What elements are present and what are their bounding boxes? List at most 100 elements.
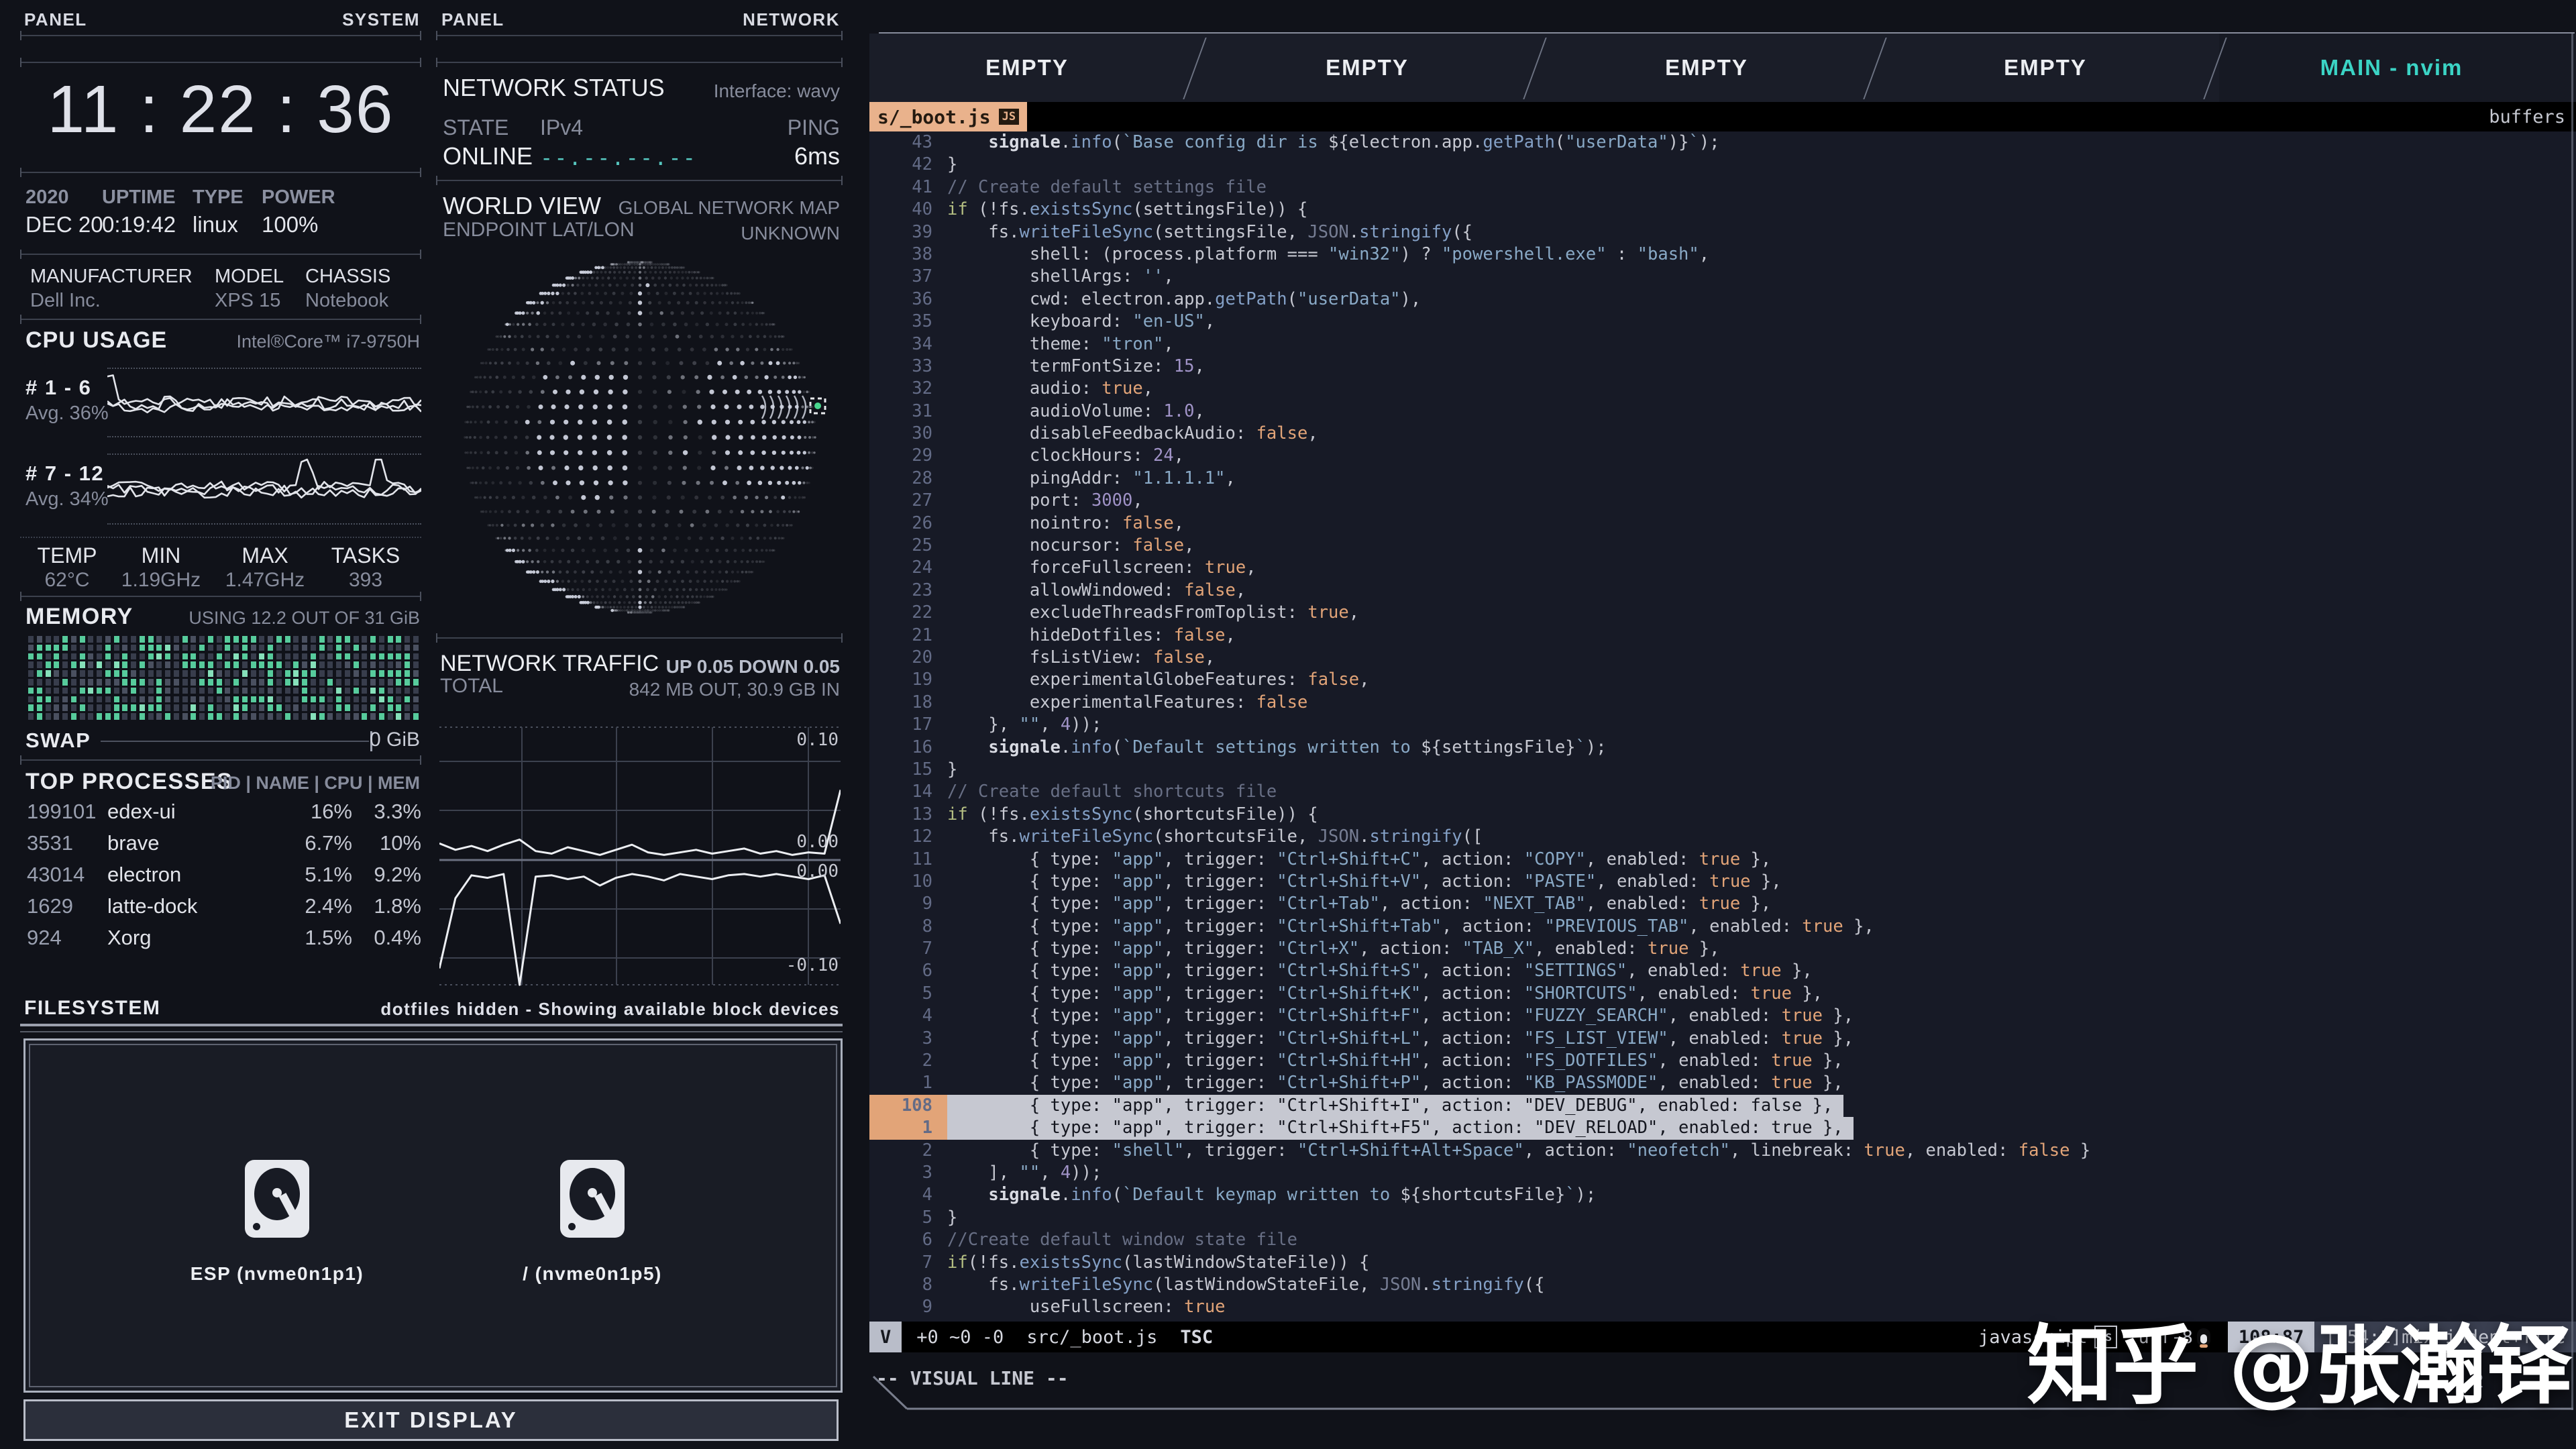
line-number: 13 (869, 804, 947, 826)
code-line-3: 3 { type: "app", trigger: "Ctrl+Shift+L"… (869, 1028, 2576, 1050)
memory-dot-matrix (28, 636, 421, 722)
code-line-21: 21 hideDotfiles: false, (869, 625, 2576, 647)
line-number: 25 (869, 535, 947, 557)
code-editor[interactable]: 43 signale.info(`Base config dir is ${el… (869, 131, 2576, 1322)
processes-title: TOP PROCESSES (25, 769, 233, 795)
endpoint-value: UNKNOWN (741, 223, 840, 244)
proc-cpu-1: 6.7% (268, 831, 352, 855)
code-line-41: 41// Create default settings file (869, 176, 2576, 199)
proc-name-2[interactable]: electron (107, 863, 181, 887)
code-line-6: 6//Create default window state file (869, 1229, 2576, 1251)
proc-name-1[interactable]: brave (107, 831, 160, 855)
code-line-4: 4 { type: "app", trigger: "Ctrl+Shift+F"… (869, 1005, 2576, 1027)
proc-pid-4: 924 (27, 926, 62, 950)
line-number: 9 (869, 1296, 947, 1318)
proc-mem-4: 0.4% (342, 926, 421, 950)
disk-item-1[interactable]: / (nvme0n1p5) (492, 1160, 693, 1285)
info-value-1: 0:19:42 (102, 212, 176, 237)
info-label-2: TYPE (193, 186, 244, 209)
proc-name-4[interactable]: Xorg (107, 926, 151, 950)
code-line-4: 4 signale.info(`Default keymap written t… (869, 1184, 2576, 1206)
network-panel: PANEL NETWORK NETWORK STATUS Interface: … (435, 0, 845, 993)
line-number: 7 (869, 938, 947, 960)
traffic-ytick-010: 0.10 (796, 730, 839, 750)
ping-label: PING (788, 115, 840, 140)
code-line-35: 35 keyboard: "en-US", (869, 311, 2576, 333)
exit-display-button[interactable]: EXIT DISPLAY (23, 1399, 839, 1441)
proc-cpu-3: 2.4% (268, 894, 352, 918)
code-line-19: 19 experimentalGlobeFeatures: false, (869, 669, 2576, 691)
proc-pid-3: 1629 (27, 894, 73, 918)
line-number: 42 (869, 154, 947, 176)
state-label: STATE (443, 115, 508, 140)
line-number: 33 (869, 356, 947, 378)
memory-title: MEMORY (25, 604, 133, 630)
line-number: 36 (869, 288, 947, 311)
code-line-39: 39 fs.writeFileSync(settingsFile, JSON.s… (869, 221, 2576, 244)
traffic-chart (439, 724, 841, 987)
proc-pid-0: 199101 (27, 800, 96, 824)
line-number: 8 (869, 916, 947, 938)
global-map-label: GLOBAL NETWORK MAP (619, 197, 840, 219)
code-line-6: 6 { type: "app", trigger: "Ctrl+Shift+S"… (869, 960, 2576, 982)
cpu-stat-label-2: MAX (221, 543, 309, 568)
js-file-icon: JS (999, 109, 1019, 125)
network-panel-type: NETWORK (743, 9, 840, 30)
info-label-0: 2020 (25, 186, 69, 209)
network-status-title: NETWORK STATUS (443, 74, 665, 102)
tab-separator-1 (1523, 38, 1546, 99)
disk-label: ESP (nvme0n1p1) (176, 1263, 378, 1285)
disk-item-0[interactable]: ESP (nvme0n1p1) (176, 1160, 378, 1285)
tab-empty-1[interactable]: EMPTY (1326, 55, 1409, 80)
line-number: 41 (869, 176, 947, 199)
world-globe (448, 250, 832, 629)
code-line-33: 33 termFontSize: 15, (869, 356, 2576, 378)
git-changes: +0 ~0 -0 (916, 1327, 1004, 1348)
lsp-indicator: TSC (1180, 1327, 1213, 1348)
cpu-stat-value-1: 1.19GHz (117, 569, 205, 592)
endpoint-label: ENDPOINT LAT/LON (443, 219, 635, 241)
line-number: 39 (869, 221, 947, 244)
filesystem-rule-1 (20, 1024, 843, 1026)
tab-empty-3[interactable]: EMPTY (2004, 55, 2087, 80)
tab-main[interactable]: MAIN - nvim (2320, 55, 2463, 80)
code-line-22: 22 excludeThreadsFromToplist: true, (869, 602, 2576, 624)
system-panel-type: SYSTEM (342, 9, 420, 30)
code-line-7: 7 { type: "app", trigger: "Ctrl+X", acti… (869, 938, 2576, 960)
clock: 11 : 22 : 36 (20, 71, 421, 148)
disk-label: / (nvme0n1p5) (492, 1263, 693, 1285)
code-line-2: 2 { type: "shell", trigger: "Ctrl+Shift+… (869, 1140, 2576, 1162)
hw-value-1: XPS 15 (215, 290, 280, 312)
buffer-file-tag[interactable]: s/_boot.js JS (869, 102, 1027, 131)
line-number: 1 (869, 1117, 947, 1139)
proc-name-0[interactable]: edex-ui (107, 800, 176, 824)
line-number: 16 (869, 737, 947, 759)
line-number: 4 (869, 1005, 947, 1027)
ipv4-value: --.--.--.-- (540, 145, 697, 170)
system-panel-title: PANEL (24, 9, 87, 30)
line-number: 26 (869, 513, 947, 535)
line-number: 5 (869, 983, 947, 1005)
cpu-group2-label: # 7 - 12 (25, 462, 104, 486)
traffic-total-value: 842 MB OUT, 30.9 GB IN (629, 679, 840, 700)
cpu-sparkline-2 (107, 456, 421, 519)
code-line-5: 5 { type: "app", trigger: "Ctrl+Shift+K"… (869, 983, 2576, 1005)
line-number: 12 (869, 826, 947, 848)
terminal[interactable]: EMPTY EMPTY EMPTY EMPTY MAIN - nvim s/_boot.… (869, 0, 2576, 1449)
hw-label-0: MANUFACTURER (30, 266, 193, 288)
cpu-group2-avg: Avg. 34% (25, 488, 109, 511)
code-line-28: 28 pingAddr: "1.1.1.1", (869, 468, 2576, 490)
tab-empty-0[interactable]: EMPTY (985, 55, 1069, 80)
cpu-group1-label: # 1 - 6 (25, 376, 91, 400)
line-number: 32 (869, 378, 947, 400)
terminal-tab-bar: EMPTY EMPTY EMPTY EMPTY MAIN - nvim (869, 34, 2576, 102)
proc-name-3[interactable]: latte-dock (107, 894, 197, 918)
tab-empty-2[interactable]: EMPTY (1665, 55, 1748, 80)
traffic-updown: UP 0.05 DOWN 0.05 (666, 656, 840, 678)
code-line-9: 9 { type: "app", trigger: "Ctrl+Tab", ac… (869, 893, 2576, 915)
line-number: 9 (869, 893, 947, 915)
line-number: 108 (869, 1095, 947, 1117)
line-number: 14 (869, 781, 947, 803)
proc-mem-1: 10% (342, 831, 421, 855)
code-line-108: 108 { type: "app", trigger: "Ctrl+Shift+… (869, 1095, 2576, 1117)
